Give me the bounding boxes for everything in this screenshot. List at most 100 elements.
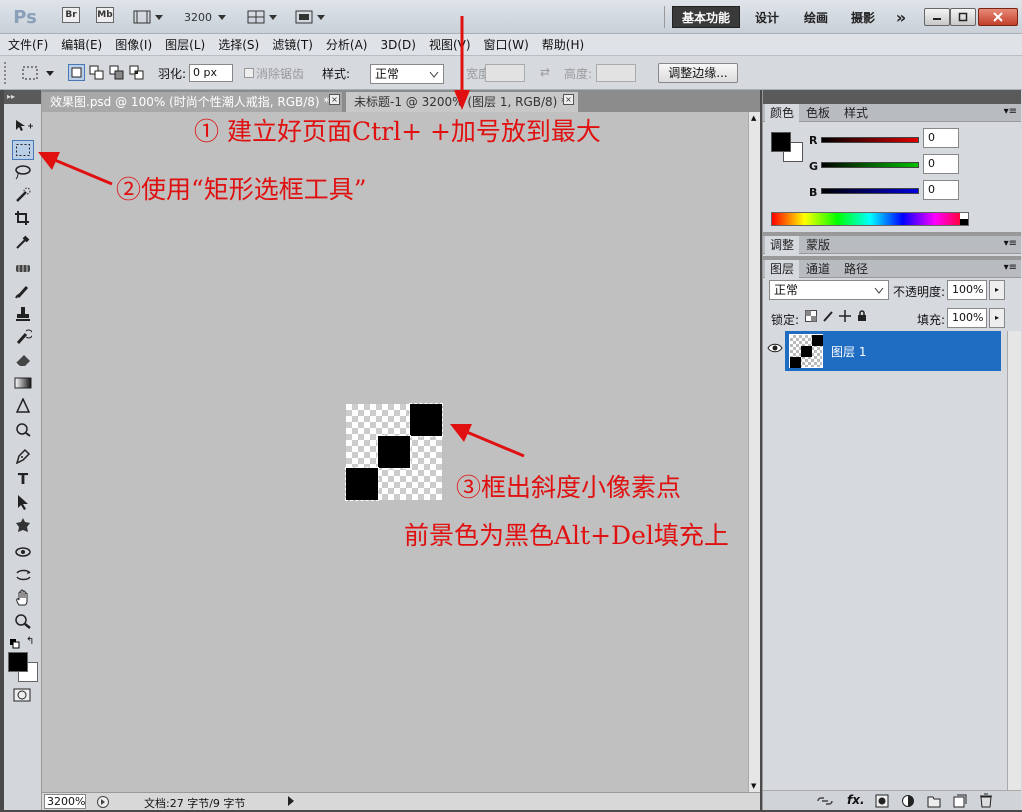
- brush-tool-icon[interactable]: [12, 281, 34, 301]
- menu-layer[interactable]: 图层(L): [165, 36, 205, 53]
- default-colors-icon[interactable]: [10, 638, 20, 652]
- delete-layer-icon[interactable]: [979, 793, 993, 808]
- view-extras-icon[interactable]: [130, 7, 166, 27]
- menu-window[interactable]: 窗口(W): [484, 36, 529, 53]
- eraser-tool-icon[interactable]: [12, 350, 34, 370]
- new-layer-icon[interactable]: [953, 794, 967, 808]
- scroll-down-icon[interactable]: ▼: [751, 782, 756, 790]
- refine-edge-button[interactable]: 调整边缘...: [658, 63, 738, 83]
- move-tool-icon[interactable]: [12, 116, 34, 136]
- color-foreground-swatch[interactable]: [771, 132, 791, 152]
- gradient-tool-icon[interactable]: [12, 373, 34, 393]
- swap-colors-icon[interactable]: ↰: [26, 636, 34, 647]
- zoom-field[interactable]: 3200%: [44, 794, 86, 809]
- menu-edit[interactable]: 编辑(E): [61, 36, 102, 53]
- healing-brush-tool-icon[interactable]: [12, 258, 34, 278]
- options-grip[interactable]: [4, 62, 10, 84]
- path-selection-tool-icon[interactable]: [12, 492, 34, 512]
- quick-mask-icon[interactable]: [13, 688, 31, 705]
- menu-file[interactable]: 文件(F): [8, 36, 48, 53]
- subtract-selection-icon[interactable]: [108, 64, 125, 81]
- tab-effect-psd[interactable]: 效果图.psd @ 100% (时尚个性潮人戒指, RGB/8) *: [42, 92, 342, 112]
- lock-all-icon[interactable]: [856, 310, 868, 322]
- menu-filter[interactable]: 滤镜(T): [272, 36, 313, 53]
- dodge-tool-icon[interactable]: [12, 419, 34, 439]
- status-arrow-icon[interactable]: [286, 795, 296, 810]
- 3d-rotate-tool-icon[interactable]: [12, 542, 34, 562]
- tools-panel-header[interactable]: ▸▸: [4, 90, 41, 104]
- style-dropdown[interactable]: 正常: [370, 64, 444, 84]
- layer-visibility-eye-icon[interactable]: [767, 342, 783, 358]
- screen-mode-icon[interactable]: [292, 7, 328, 27]
- workspace-basic[interactable]: 基本功能: [672, 6, 740, 28]
- green-input[interactable]: 0: [923, 154, 959, 174]
- intersect-selection-icon[interactable]: [128, 64, 145, 81]
- menu-help[interactable]: 帮助(H): [542, 36, 584, 53]
- panel-menu-icon[interactable]: ▾≡: [1004, 238, 1017, 249]
- rectangular-marquee-tool-icon[interactable]: [12, 140, 34, 160]
- add-selection-icon[interactable]: [88, 64, 105, 81]
- scroll-up-icon[interactable]: ▲: [751, 114, 756, 122]
- tool-preset-icon[interactable]: [20, 64, 58, 85]
- lasso-tool-icon[interactable]: [12, 162, 34, 182]
- tab-styles[interactable]: 样式: [839, 104, 873, 122]
- status-menu-icon[interactable]: [96, 795, 110, 812]
- black-white-swatch[interactable]: [960, 213, 968, 225]
- workspace-paint[interactable]: 绘画: [796, 6, 836, 28]
- tab-swatches[interactable]: 色板: [801, 104, 835, 122]
- workspace-design[interactable]: 设计: [750, 6, 784, 28]
- more-workspaces-button[interactable]: »: [888, 6, 914, 28]
- new-selection-icon[interactable]: [68, 64, 85, 81]
- blue-slider[interactable]: [821, 188, 919, 194]
- lock-position-icon[interactable]: [839, 310, 851, 322]
- tab-color[interactable]: 颜色: [765, 104, 800, 122]
- eyedropper-tool-icon[interactable]: [12, 231, 34, 251]
- vertical-scrollbar[interactable]: ▲ ▼: [748, 112, 760, 792]
- minimize-button[interactable]: [924, 8, 950, 26]
- custom-shape-tool-icon[interactable]: [12, 515, 34, 535]
- close-window-button[interactable]: [978, 8, 1018, 26]
- panel-menu-icon[interactable]: ▾≡: [1004, 262, 1017, 273]
- color-spectrum-bar[interactable]: [771, 212, 969, 226]
- pixel-canvas[interactable]: [345, 403, 443, 501]
- opacity-arrow-button[interactable]: ▸: [989, 280, 1005, 300]
- menu-image[interactable]: 图像(I): [115, 36, 152, 53]
- zoom-tool-icon[interactable]: [12, 611, 34, 631]
- blend-mode-dropdown[interactable]: 正常: [769, 280, 889, 300]
- clone-stamp-tool-icon[interactable]: [12, 304, 34, 324]
- lock-pixels-icon[interactable]: [822, 310, 834, 322]
- bridge-button[interactable]: Br: [62, 7, 80, 23]
- fill-arrow-button[interactable]: ▸: [989, 308, 1005, 328]
- mini-bridge-button[interactable]: Mb: [96, 7, 114, 23]
- new-group-icon[interactable]: [927, 794, 941, 808]
- red-input[interactable]: 0: [923, 128, 959, 148]
- close-tab-untitled-button[interactable]: ×: [563, 94, 574, 105]
- dock-header[interactable]: [763, 90, 1021, 104]
- tab-paths[interactable]: 路径: [839, 260, 873, 278]
- workspace-photo[interactable]: 摄影: [846, 6, 880, 28]
- tab-channels[interactable]: 通道: [801, 260, 835, 278]
- blue-input[interactable]: 0: [923, 180, 959, 200]
- layers-scrollbar[interactable]: [1007, 331, 1021, 791]
- antialias-checkbox[interactable]: [244, 68, 254, 78]
- opacity-input[interactable]: 100%: [947, 280, 987, 300]
- arrange-documents-icon[interactable]: [244, 7, 280, 27]
- crop-tool-icon[interactable]: [12, 208, 34, 228]
- tab-adjustments[interactable]: 调整: [765, 236, 800, 254]
- layer-row-selected[interactable]: 图层 1: [785, 331, 1001, 371]
- fill-input[interactable]: 100%: [947, 308, 987, 328]
- panel-menu-icon[interactable]: ▾≡: [1004, 106, 1017, 117]
- tab-layers[interactable]: 图层: [765, 260, 800, 278]
- adjustment-layer-icon[interactable]: [901, 794, 915, 808]
- history-brush-tool-icon[interactable]: [12, 327, 34, 347]
- menu-analysis[interactable]: 分析(A): [326, 36, 368, 53]
- add-mask-icon[interactable]: [875, 794, 889, 808]
- restore-button[interactable]: [950, 8, 976, 26]
- zoom-level-dropdown[interactable]: 3200: [184, 7, 228, 27]
- type-tool-icon[interactable]: T: [12, 469, 34, 489]
- foreground-color-swatch[interactable]: [8, 652, 28, 672]
- feather-input[interactable]: 0 px: [189, 64, 233, 82]
- lock-transparency-icon[interactable]: [805, 310, 817, 322]
- red-slider[interactable]: [821, 137, 919, 143]
- hand-tool-icon[interactable]: [12, 588, 34, 608]
